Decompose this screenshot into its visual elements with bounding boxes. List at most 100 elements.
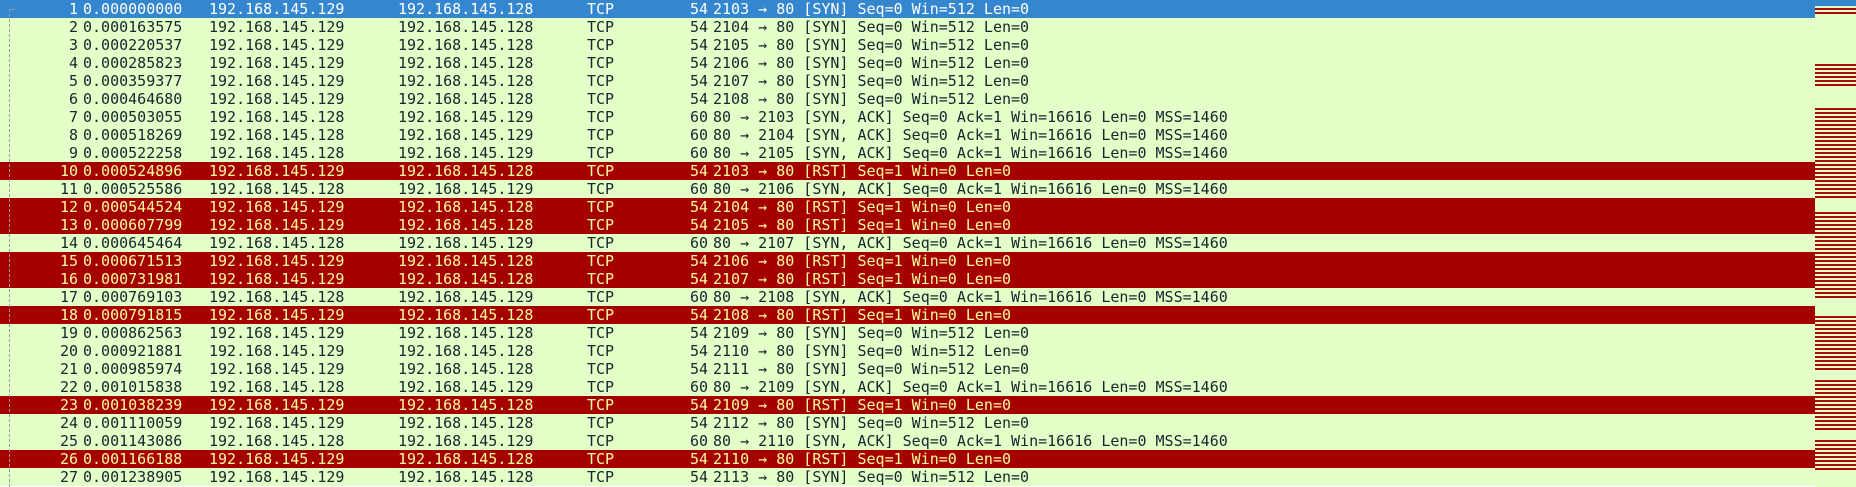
- packet-source: 192.168.145.128: [209, 108, 345, 126]
- packet-source: 192.168.145.129: [209, 468, 345, 486]
- packet-destination: 192.168.145.128: [398, 414, 534, 432]
- packet-protocol: TCP: [587, 126, 615, 144]
- packet-minimap-scrollbar[interactable]: [1815, 0, 1856, 487]
- packet-destination: 192.168.145.129: [398, 126, 534, 144]
- packet-protocol: TCP: [587, 360, 615, 378]
- packet-number: 25: [59, 432, 78, 450]
- packet-length: 60: [689, 378, 708, 396]
- packet-row[interactable]: 18 0.000791815 192.168.145.129 192.168.145.…: [0, 306, 1815, 324]
- minimap-normal-band: [1815, 300, 1856, 314]
- packet-protocol: TCP: [587, 0, 615, 18]
- packet-row[interactable]: 26 0.001166188 192.168.145.129 192.168.145.…: [0, 450, 1815, 468]
- packet-protocol: TCP: [587, 162, 615, 180]
- packet-info: 2113 → 80 [SYN] Seq=0 Win=512 Len=0: [713, 468, 1030, 486]
- packet-row[interactable]: 12 0.000544524 192.168.145.129 192.168.145.…: [0, 198, 1815, 216]
- packet-protocol: TCP: [587, 234, 615, 252]
- packet-info: 2104 → 80 [SYN] Seq=0 Win=512 Len=0: [713, 18, 1030, 36]
- packet-row[interactable]: 20 0.000921881 192.168.145.129 192.168.145.…: [0, 342, 1815, 360]
- packet-info: 2111 → 80 [SYN] Seq=0 Win=512 Len=0: [713, 360, 1030, 378]
- packet-protocol: TCP: [587, 180, 615, 198]
- packet-length: 54: [689, 252, 708, 270]
- packet-destination: 192.168.145.128: [398, 468, 534, 486]
- packet-info: 80 → 2105 [SYN, ACK] Seq=0 Ack=1 Win=166…: [713, 144, 1228, 162]
- packet-protocol: TCP: [587, 414, 615, 432]
- packet-destination: 192.168.145.128: [398, 252, 534, 270]
- packet-info: 2106 → 80 [SYN] Seq=0 Win=512 Len=0: [713, 54, 1030, 72]
- packet-row[interactable]: 23 0.001038239 192.168.145.129 192.168.145.…: [0, 396, 1815, 414]
- minimap-normal-band: [1815, 430, 1856, 438]
- packet-row[interactable]: 24 0.001110059 192.168.145.129 192.168.145.…: [0, 414, 1815, 432]
- packet-destination: 192.168.145.128: [398, 216, 534, 234]
- packet-protocol: TCP: [587, 396, 615, 414]
- packet-row[interactable]: 19 0.000862563 192.168.145.129 192.168.145.…: [0, 324, 1815, 342]
- packet-row[interactable]: 3 0.000220537 192.168.145.129 192.168.145.1…: [0, 36, 1815, 54]
- packet-list[interactable]: 1 0.000000000 192.168.145.129 192.168.145.1…: [0, 0, 1856, 487]
- packet-time: 0.000000000: [83, 0, 183, 18]
- packet-destination: 192.168.145.128: [398, 342, 534, 360]
- packet-time: 0.000607799: [83, 216, 183, 234]
- packet-source: 192.168.145.129: [209, 216, 345, 234]
- packet-row[interactable]: 5 0.000359377 192.168.145.129 192.168.145.1…: [0, 72, 1815, 90]
- packet-source: 192.168.145.129: [209, 306, 345, 324]
- packet-length: 54: [689, 468, 708, 486]
- packet-protocol: TCP: [587, 432, 615, 450]
- packet-row[interactable]: 4 0.000285823 192.168.145.129 192.168.145.1…: [0, 54, 1815, 72]
- minimap-normal-band: [1815, 200, 1856, 212]
- packet-info: 2109 → 80 [RST] Seq=1 Win=0 Len=0: [713, 396, 1012, 414]
- packet-info: 80 → 2110 [SYN, ACK] Seq=0 Ack=1 Win=166…: [713, 432, 1228, 450]
- packet-source: 192.168.145.128: [209, 288, 345, 306]
- packet-number: 20: [59, 342, 78, 360]
- packet-source: 192.168.145.128: [209, 180, 345, 198]
- packet-info: 2105 → 80 [SYN] Seq=0 Win=512 Len=0: [713, 36, 1030, 54]
- packet-info: 2107 → 80 [SYN] Seq=0 Win=512 Len=0: [713, 72, 1030, 90]
- packet-number: 13: [59, 216, 78, 234]
- packet-number: 9: [68, 144, 78, 162]
- packet-row[interactable]: 1 0.000000000 192.168.145.129 192.168.145.1…: [0, 0, 1815, 18]
- packet-destination: 192.168.145.128: [398, 360, 534, 378]
- packet-protocol: TCP: [587, 18, 615, 36]
- packet-source: 192.168.145.129: [209, 0, 345, 18]
- packet-row[interactable]: 6 0.000464680 192.168.145.129 192.168.145.1…: [0, 90, 1815, 108]
- packet-row[interactable]: 21 0.000985974 192.168.145.129 192.168.145.…: [0, 360, 1815, 378]
- packet-time: 0.000359377: [83, 72, 183, 90]
- packet-length: 54: [689, 162, 708, 180]
- packet-length: 54: [689, 414, 708, 432]
- packet-number: 18: [59, 306, 78, 324]
- packet-destination: 192.168.145.129: [398, 180, 534, 198]
- packet-row[interactable]: 25 0.001143086 192.168.145.128 192.168.145.…: [0, 432, 1815, 450]
- packet-row[interactable]: 8 0.000518269 192.168.145.128 192.168.145.1…: [0, 126, 1815, 144]
- packet-length: 54: [689, 198, 708, 216]
- packet-row[interactable]: 9 0.000522258 192.168.145.128 192.168.145.1…: [0, 144, 1815, 162]
- packet-row[interactable]: 14 0.000645464 192.168.145.128 192.168.145.…: [0, 234, 1815, 252]
- packet-number: 16: [59, 270, 78, 288]
- packet-info: 2106 → 80 [RST] Seq=1 Win=0 Len=0: [713, 252, 1012, 270]
- packet-source: 192.168.145.129: [209, 360, 345, 378]
- packet-row[interactable]: 13 0.000607799 192.168.145.129 192.168.145.…: [0, 216, 1815, 234]
- packet-destination: 192.168.145.128: [398, 450, 534, 468]
- packet-row[interactable]: 22 0.001015838 192.168.145.128 192.168.145.…: [0, 378, 1815, 396]
- packet-number: 5: [68, 72, 78, 90]
- packet-time: 0.001238905: [83, 468, 183, 486]
- packet-row[interactable]: 16 0.000731981 192.168.145.129 192.168.145.…: [0, 270, 1815, 288]
- packet-info: 2110 → 80 [RST] Seq=1 Win=0 Len=0: [713, 450, 1012, 468]
- packet-source: 192.168.145.129: [209, 18, 345, 36]
- packet-source: 192.168.145.129: [209, 270, 345, 288]
- packet-row[interactable]: 17 0.000769103 192.168.145.128 192.168.145.…: [0, 288, 1815, 306]
- packet-number: 8: [68, 126, 78, 144]
- minimap-position-marker[interactable]: [1815, 0, 1856, 6]
- packet-row[interactable]: 7 0.000503055 192.168.145.128 192.168.145.1…: [0, 108, 1815, 126]
- packet-length: 54: [689, 36, 708, 54]
- packet-length: 60: [689, 234, 708, 252]
- packet-destination: 192.168.145.129: [398, 378, 534, 396]
- packet-number: 12: [59, 198, 78, 216]
- packet-row[interactable]: 11 0.000525586 192.168.145.128 192.168.145.…: [0, 180, 1815, 198]
- packet-row[interactable]: 27 0.001238905 192.168.145.129 192.168.145.…: [0, 468, 1815, 486]
- packet-row[interactable]: 15 0.000671513 192.168.145.129 192.168.145.…: [0, 252, 1815, 270]
- packet-row[interactable]: 10 0.000524896 192.168.145.129 192.168.145.…: [0, 162, 1815, 180]
- packet-info: 2103 → 80 [RST] Seq=1 Win=0 Len=0: [713, 162, 1012, 180]
- packet-time: 0.000220537: [83, 36, 183, 54]
- packet-row[interactable]: 2 0.000163575 192.168.145.129 192.168.145.1…: [0, 18, 1815, 36]
- packet-info: 2112 → 80 [SYN] Seq=0 Win=512 Len=0: [713, 414, 1030, 432]
- packet-number: 26: [59, 450, 78, 468]
- packet-destination: 192.168.145.129: [398, 288, 534, 306]
